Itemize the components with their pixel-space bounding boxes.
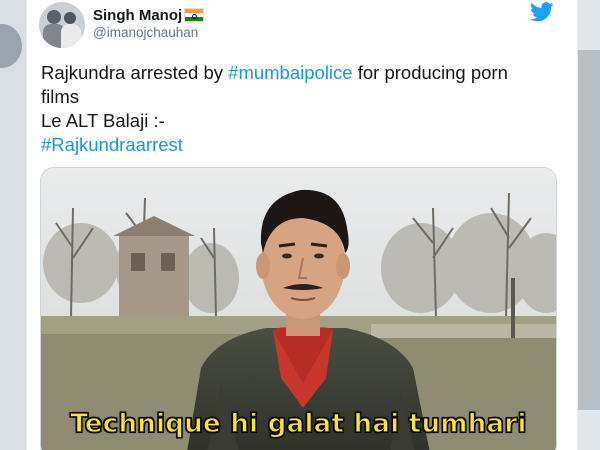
- meme-photo: [41, 168, 556, 450]
- hashtag-rajkundraarrest[interactable]: #Rajkundraarrest: [41, 134, 183, 155]
- user-handle[interactable]: @imanojchauhan: [93, 25, 198, 40]
- background-avatar-fragment: [0, 24, 22, 68]
- twitter-bird-icon[interactable]: [530, 2, 554, 22]
- tweet-card[interactable]: Singh Manoj @imanojchauhan Rajkundra arr…: [26, 0, 578, 450]
- tweet-media-image[interactable]: Technique hi galat hai tumhari: [40, 167, 557, 450]
- display-name[interactable]: Singh Manoj: [93, 7, 182, 24]
- tweet-line-4: #Rajkundraarrest: [41, 133, 566, 157]
- avatar[interactable]: [39, 2, 85, 48]
- tweet-line-2: films: [41, 86, 80, 107]
- background-right-panel: [576, 0, 600, 450]
- author-name-row[interactable]: Singh Manoj: [93, 5, 205, 25]
- tweet-line-3: Le ALT Balaji :-: [41, 110, 165, 131]
- india-flag-icon: [184, 8, 205, 22]
- background-left-panel: [0, 0, 26, 450]
- background-media-fragment: [576, 50, 600, 410]
- tweet-text: Rajkundra arrested by #mumbaipolice for …: [41, 61, 566, 157]
- meme-caption: Technique hi galat hai tumhari: [70, 408, 527, 439]
- tweet-line-1: Rajkundra arrested by #mumbaipolice for …: [41, 62, 508, 83]
- hashtag-mumbaipolice[interactable]: #mumbaipolice: [228, 62, 352, 83]
